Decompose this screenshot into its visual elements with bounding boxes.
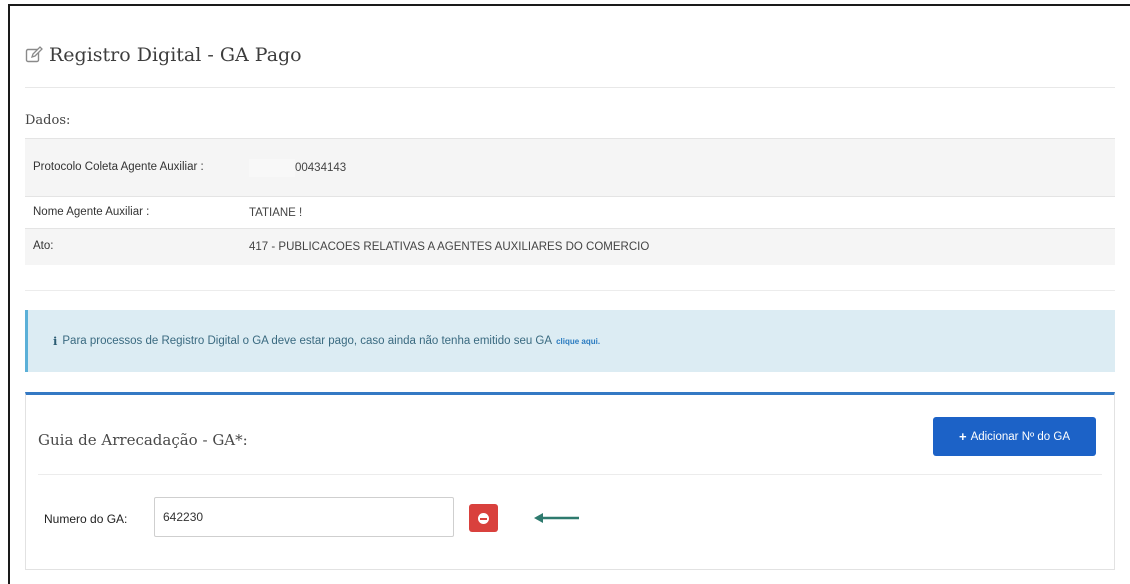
panel-divider <box>38 474 1102 475</box>
row-key: Nome Agente Auxiliar : <box>25 196 241 229</box>
clique-aqui-link[interactable]: clique aqui. <box>556 337 600 346</box>
info-alert: i Para processos de Registro Digital o G… <box>25 310 1115 372</box>
row-value: TATIANE ! <box>241 196 1115 229</box>
left-arrow-icon <box>534 513 579 523</box>
row-key: Ato: <box>25 228 241 265</box>
ga-panel-title: Guia de Arrecadação - GA*: <box>38 431 248 449</box>
table-row: Protocolo Coleta Agente Auxiliar : 00434… <box>25 138 1115 197</box>
title-divider <box>25 87 1115 88</box>
info-text: Para processos de Registro Digital o GA … <box>62 335 553 347</box>
ga-number-label: Numero do GA: <box>44 512 128 526</box>
protocolo-value: 00434143 <box>295 161 347 174</box>
page-title-text: Registro Digital - GA Pago <box>49 44 302 66</box>
ga-number-input[interactable] <box>154 497 454 537</box>
section-divider <box>25 290 1115 291</box>
row-value: 00434143 <box>241 138 1115 197</box>
add-ga-button[interactable]: + Adicionar Nº do GA <box>933 417 1096 456</box>
dados-label: Dados: <box>25 113 71 128</box>
plus-icon: + <box>958 429 967 444</box>
edit-icon <box>25 46 43 64</box>
page-title: Registro Digital - GA Pago <box>25 44 302 66</box>
redacted-area <box>249 158 295 177</box>
row-key: Protocolo Coleta Agente Auxiliar : <box>25 138 241 197</box>
ga-panel: Guia de Arrecadação - GA*: + Adicionar N… <box>25 392 1115 570</box>
remove-ga-button[interactable] <box>469 504 498 532</box>
minus-circle-icon <box>478 512 489 524</box>
table-row: Nome Agente Auxiliar : TATIANE ! <box>25 196 1115 229</box>
info-icon: i <box>53 334 58 348</box>
table-row: Ato: 417 - PUBLICACOES RELATIVAS A AGENT… <box>25 228 1115 265</box>
row-value: 417 - PUBLICACOES RELATIVAS A AGENTES AU… <box>241 228 1115 265</box>
add-ga-button-label: Adicionar Nº do GA <box>970 430 1071 443</box>
dados-table: Protocolo Coleta Agente Auxiliar : 00434… <box>25 138 1115 265</box>
